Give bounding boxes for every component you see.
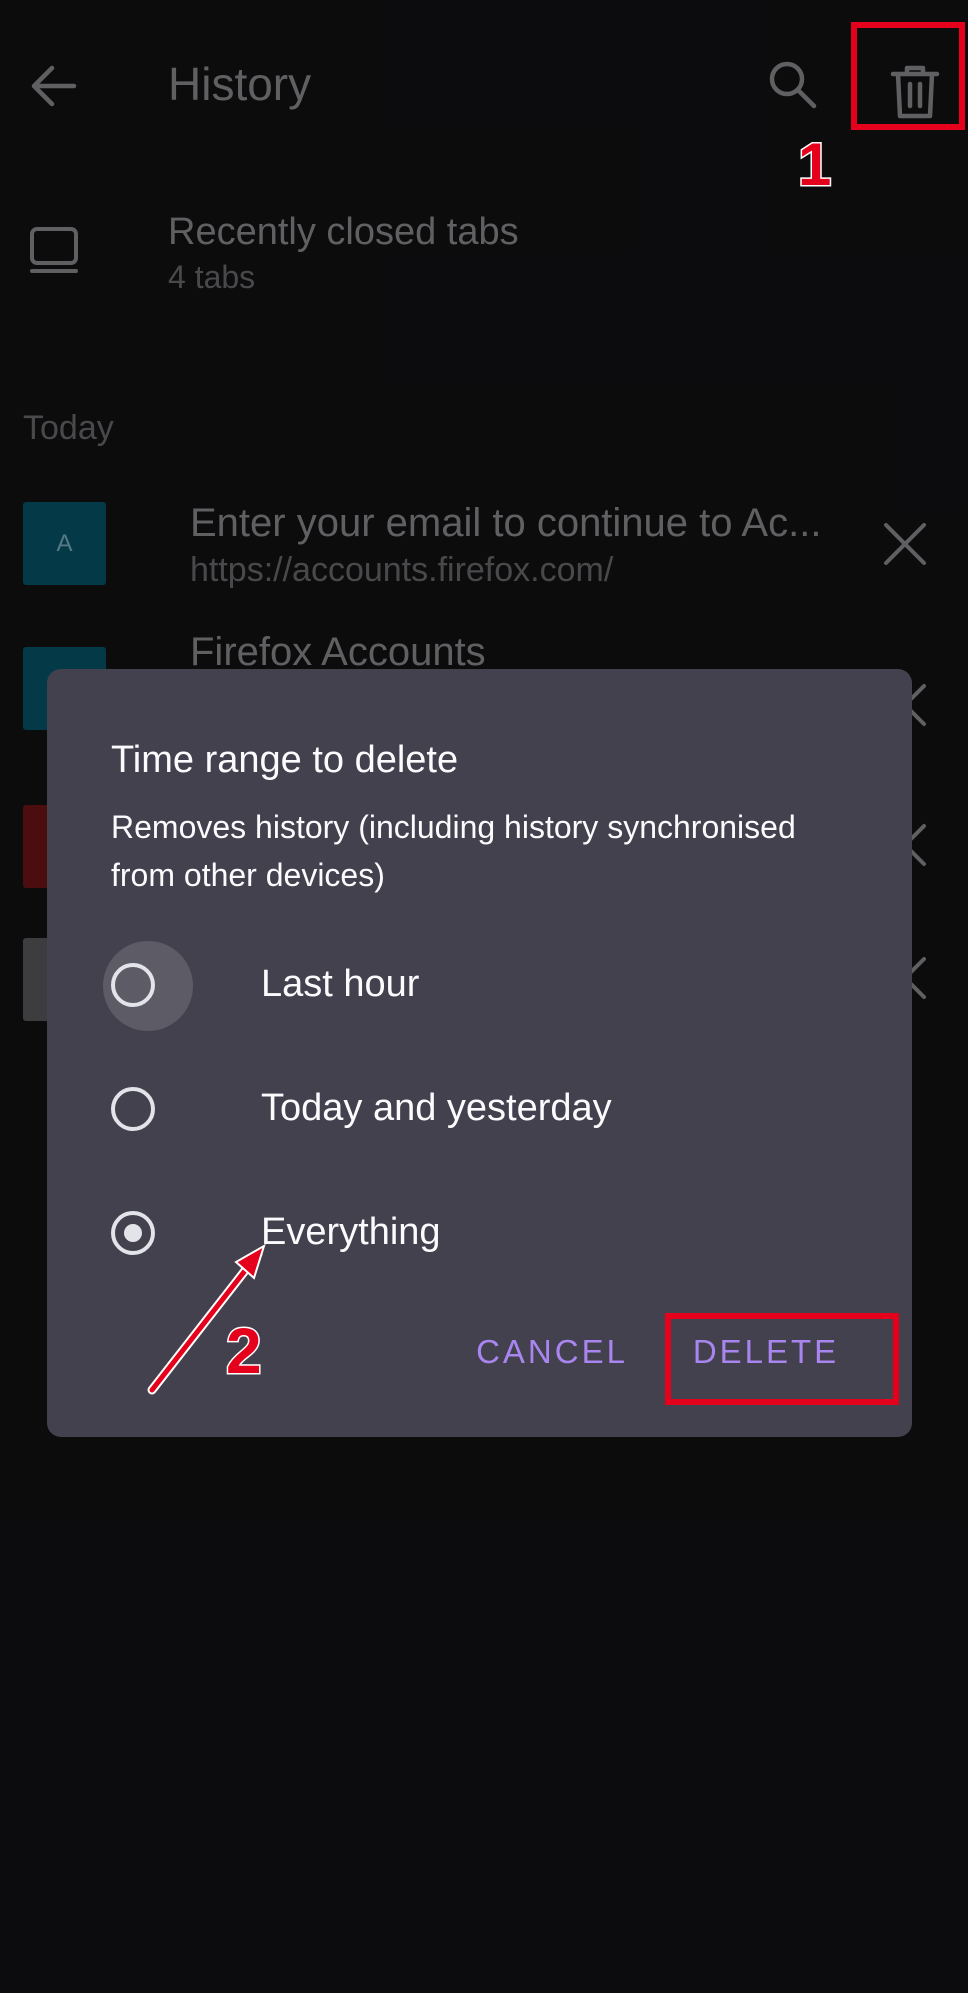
cancel-button[interactable]: CANCEL (457, 1317, 647, 1387)
option-today-and-yesterday[interactable]: Today and yesterday (47, 1055, 912, 1165)
radio-button[interactable] (111, 1087, 155, 1131)
option-label: Last hour (261, 963, 420, 1005)
history-screen: History Recently closed tabs 4 tabs Toda… (0, 0, 968, 1993)
annotation-arrow (147, 1243, 266, 1395)
annotation-highlight-trash (851, 22, 965, 130)
dialog-title: Time range to delete (111, 739, 459, 781)
option-label: Today and yesterday (261, 1087, 612, 1129)
option-label: Everything (261, 1211, 441, 1253)
annotation-step-1: 1 (796, 130, 832, 200)
radio-button[interactable] (111, 963, 155, 1007)
annotation-highlight-delete (665, 1313, 899, 1405)
dialog-description: Removes history (including history synch… (111, 809, 796, 893)
option-last-hour[interactable]: Last hour (47, 931, 912, 1041)
